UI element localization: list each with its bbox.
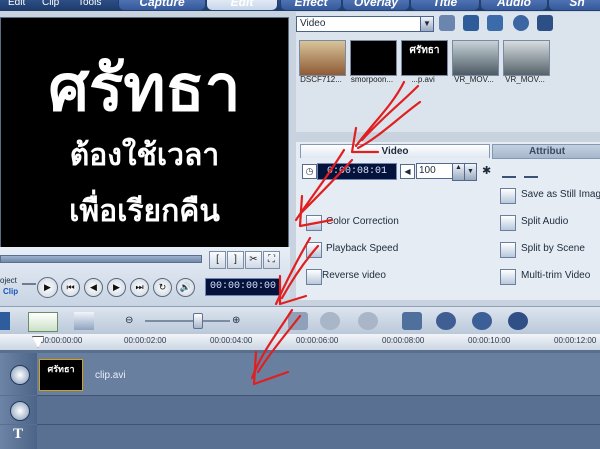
- annotation-arrows: [250, 80, 422, 386]
- arrow-stroke-3: [294, 148, 354, 222]
- arrow-stroke-1: [354, 80, 420, 148]
- arrow-stroke-4: [274, 236, 320, 306]
- arrow-stroke-5: [250, 308, 302, 380]
- arrowhead-1: [350, 126, 380, 154]
- arrow-stroke-2: [356, 100, 422, 150]
- arrowhead-2: [298, 194, 334, 228]
- arrowhead-4: [252, 350, 290, 386]
